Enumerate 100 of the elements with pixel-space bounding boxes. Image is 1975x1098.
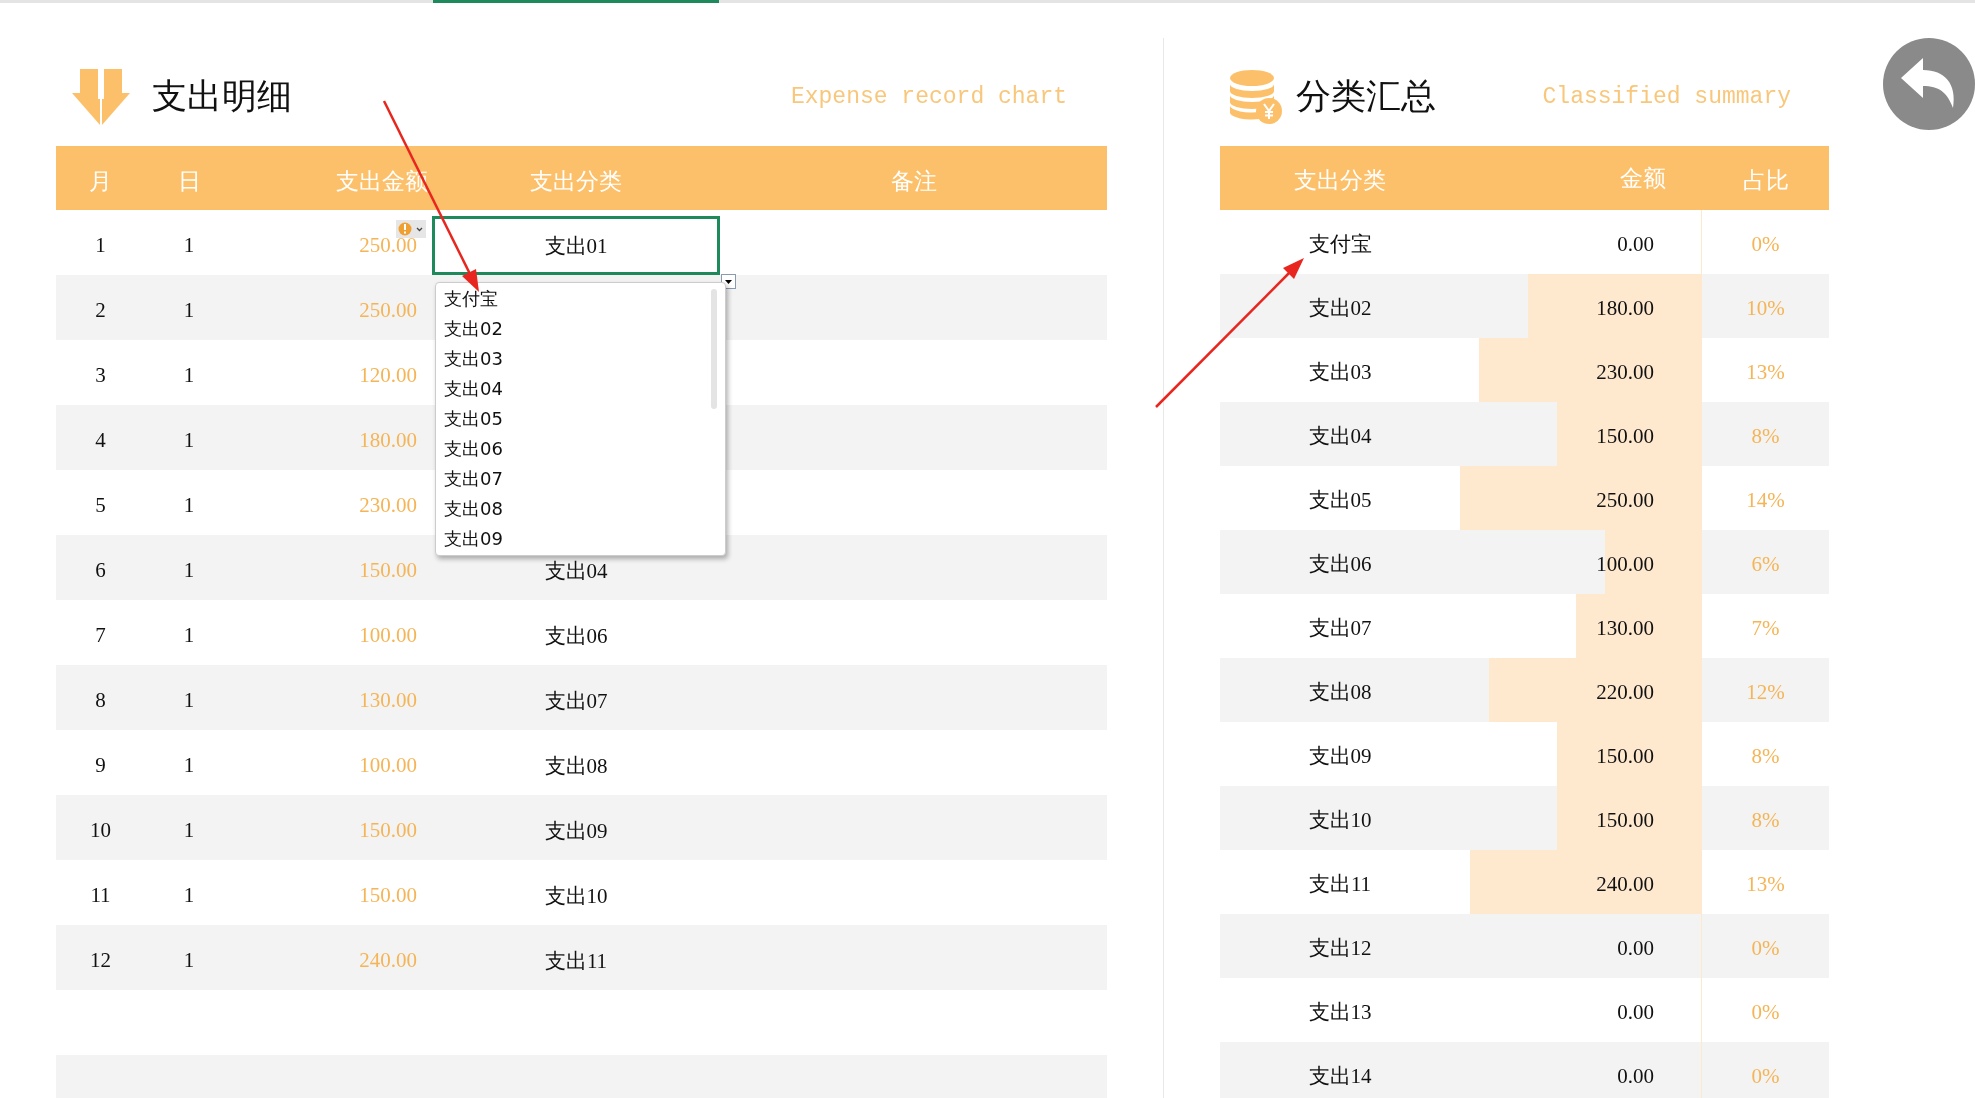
table-cell-text: 1 bbox=[182, 818, 196, 843]
table-cell-text: 支出09 bbox=[1307, 743, 1373, 770]
table-cell-text: 13% bbox=[1745, 870, 1786, 897]
table-cell-text: 1 bbox=[182, 428, 196, 453]
table-cell-text: 6 bbox=[94, 558, 107, 583]
table-cell-text: 支出07 bbox=[1307, 615, 1373, 642]
table-cell-text: 3 bbox=[94, 363, 107, 388]
dropdown-option[interactable]: 支出03 bbox=[444, 344, 503, 374]
table-cell-text: 230.00 bbox=[1596, 359, 1655, 385]
table-cell-text: 240.00 bbox=[1596, 871, 1655, 897]
table-cell-text: 1 bbox=[182, 493, 196, 518]
table-cell-text: 支出08 bbox=[1307, 679, 1373, 706]
table-cell-text: 1 bbox=[182, 688, 196, 713]
table-cell-text: 1 bbox=[182, 298, 196, 323]
table-cell-text: 支出03 bbox=[1307, 359, 1373, 386]
table-cell-text: 10% bbox=[1745, 294, 1786, 321]
table-cell-text: 180.00 bbox=[1596, 295, 1655, 321]
dropdown-option[interactable]: 支付宝 bbox=[444, 284, 498, 314]
table-cell: 250.00 bbox=[359, 298, 417, 323]
table-cell: 180.00 bbox=[359, 428, 417, 453]
section-subtitle: Expense record chart bbox=[790, 83, 1067, 110]
table-cell[interactable]: 支出11 bbox=[432, 931, 720, 990]
warning-icon[interactable] bbox=[396, 220, 426, 238]
table-cell-text: 0% bbox=[1750, 1062, 1781, 1089]
table-cell[interactable]: 支出10 bbox=[432, 866, 720, 925]
scrollbar-thumb[interactable] bbox=[711, 289, 717, 409]
cell-text: 支出04 bbox=[544, 557, 608, 585]
table-cell-text: 支出12 bbox=[1307, 935, 1373, 962]
cell-text: 支出07 bbox=[544, 687, 608, 715]
dropdown-option[interactable]: 支出05 bbox=[444, 404, 503, 434]
table-cell-text: 220.00 bbox=[1596, 679, 1655, 705]
table-cell-text: 0.00 bbox=[1617, 231, 1655, 257]
table-cell: 150.00 bbox=[359, 558, 417, 583]
table-cell-text: 14% bbox=[1745, 486, 1786, 513]
cell-text: 支出01 bbox=[544, 232, 608, 260]
table-cell-text: 1 bbox=[182, 883, 196, 908]
table-cell: 150.00 bbox=[359, 818, 417, 843]
table-cell-text: 13% bbox=[1745, 358, 1786, 385]
table-cell-text: 10 bbox=[89, 818, 112, 843]
table-cell: 240.00 bbox=[359, 948, 417, 973]
back-button[interactable] bbox=[1883, 38, 1975, 130]
column-header: 备注 bbox=[889, 167, 938, 196]
table-cell[interactable]: 支出08 bbox=[432, 736, 720, 795]
table-cell-text: 1 bbox=[182, 363, 196, 388]
table-cell-text: 支出11 bbox=[1307, 871, 1373, 898]
down-arrow-icon bbox=[72, 68, 130, 125]
table-cell: 100.00 bbox=[359, 623, 417, 648]
cell-text: 支出10 bbox=[544, 882, 608, 910]
dropdown-option[interactable]: 支出02 bbox=[444, 314, 503, 344]
table-cell-text: 1 bbox=[94, 233, 107, 258]
table-cell-text: 7 bbox=[94, 623, 107, 648]
table-cell-text: 2 bbox=[94, 298, 107, 323]
table-cell[interactable]: 支出06 bbox=[432, 606, 720, 665]
cell-text: 支出09 bbox=[544, 817, 608, 845]
column-header: 支出分类 bbox=[529, 167, 623, 196]
table-cell-text: 支出10 bbox=[1307, 807, 1373, 834]
table-cell-text: 7% bbox=[1750, 614, 1781, 641]
table-cell-text: 8 bbox=[94, 688, 107, 713]
table-cell-text: 12% bbox=[1745, 678, 1786, 705]
dropdown-option[interactable]: 支出09 bbox=[444, 524, 503, 554]
cell-text: 支出11 bbox=[544, 947, 608, 975]
section-subtitle: Classified summary bbox=[1542, 83, 1791, 110]
table-cell: 120.00 bbox=[359, 363, 417, 388]
table-cell-text: 5 bbox=[94, 493, 107, 518]
table-cell-text: 支出02 bbox=[1307, 295, 1373, 322]
table-cell[interactable]: 支出09 bbox=[432, 801, 720, 860]
table-cell-text: 8% bbox=[1750, 742, 1781, 769]
table-cell-text: 100.00 bbox=[1596, 551, 1655, 577]
table-cell-text: 0% bbox=[1750, 230, 1781, 257]
table-cell-text: 150.00 bbox=[1596, 807, 1655, 833]
dropdown-option[interactable]: 支出07 bbox=[444, 464, 503, 494]
table-cell-text: 0.00 bbox=[1617, 1063, 1655, 1089]
column-header: 支出分类 bbox=[1293, 166, 1387, 195]
table-cell: 130.00 bbox=[359, 688, 417, 713]
column-header: 占比 bbox=[1741, 166, 1790, 195]
table-cell[interactable]: 支出07 bbox=[432, 671, 720, 730]
table-cell-text: 支出14 bbox=[1307, 1063, 1373, 1090]
table-cell-text: 支付宝 bbox=[1307, 231, 1373, 258]
table-cell-text: 1 bbox=[182, 948, 196, 973]
table-cell-text: 支出06 bbox=[1307, 551, 1373, 578]
table-cell-text: 1 bbox=[182, 753, 196, 778]
table-cell: 250.00 bbox=[359, 233, 417, 258]
section-title: 支出明细 bbox=[152, 75, 292, 118]
table-cell-text: 0.00 bbox=[1617, 935, 1655, 961]
table-cell-text: 150.00 bbox=[1596, 423, 1655, 449]
table-cell-text: 8% bbox=[1750, 422, 1781, 449]
table-cell-text: 支出04 bbox=[1307, 423, 1373, 450]
table-cell-text: 130.00 bbox=[1596, 615, 1655, 641]
dropdown-option[interactable]: 支出08 bbox=[444, 494, 503, 524]
table-cell-text: 4 bbox=[94, 428, 107, 453]
section-title: 分类汇总 bbox=[1296, 75, 1436, 118]
table-cell: 150.00 bbox=[359, 883, 417, 908]
table-cell-text: 1 bbox=[182, 233, 196, 258]
column-header: 月 bbox=[88, 167, 113, 196]
table-cell-text: 150.00 bbox=[1596, 743, 1655, 769]
dropdown-option[interactable]: 支出04 bbox=[444, 374, 503, 404]
dropdown-option[interactable]: 支出06 bbox=[444, 434, 503, 464]
table-cell-text: 9 bbox=[94, 753, 107, 778]
table-cell-text: 0% bbox=[1750, 934, 1781, 961]
cell-text: 支出06 bbox=[544, 622, 608, 650]
